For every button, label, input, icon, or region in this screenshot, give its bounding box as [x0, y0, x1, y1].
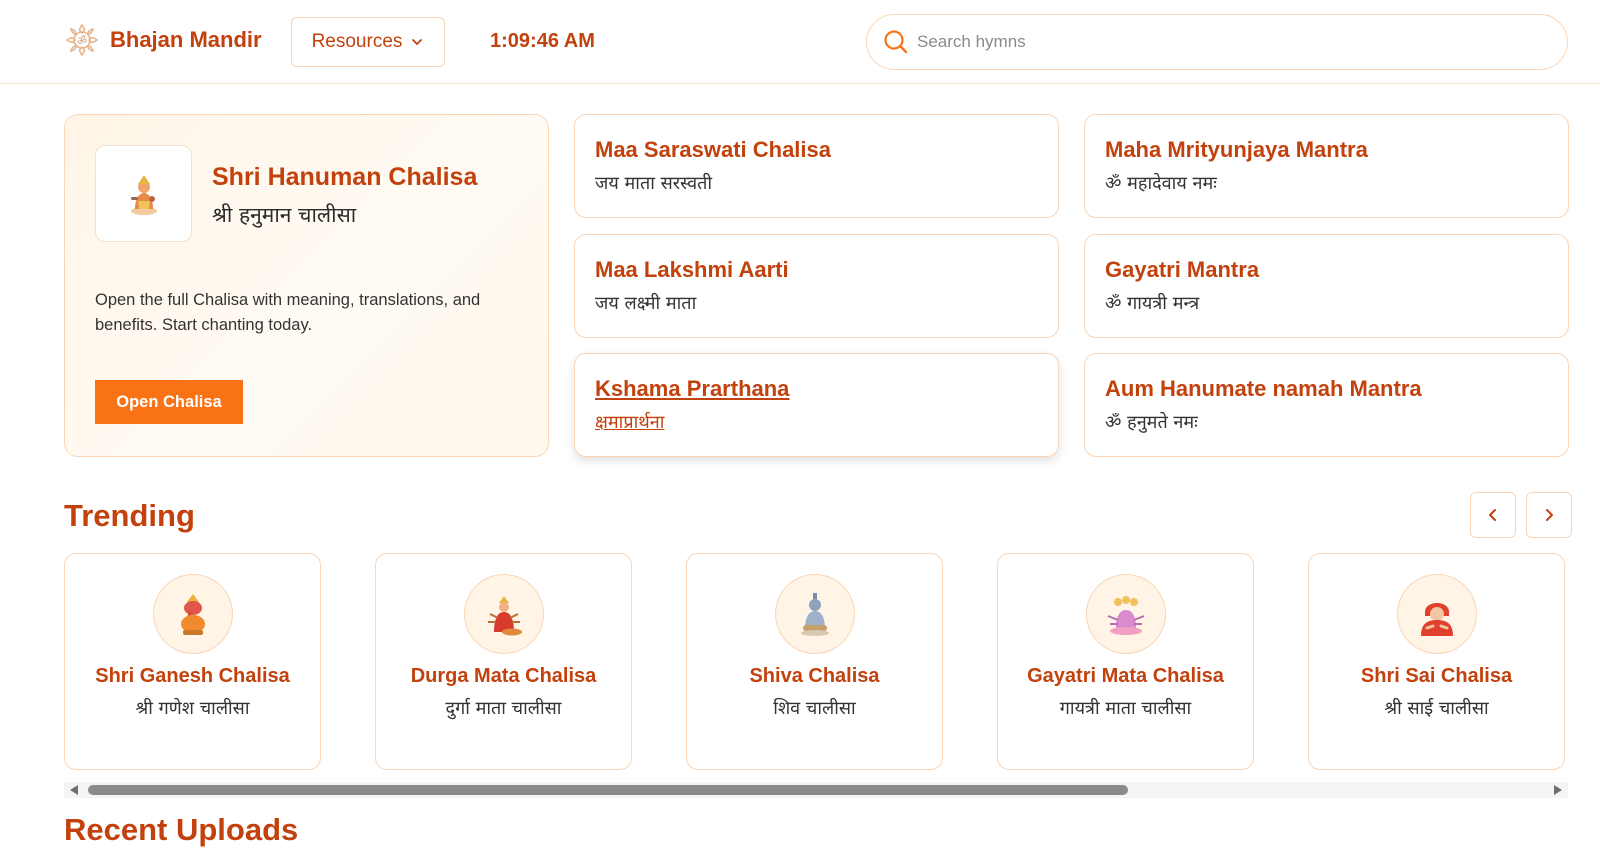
search-bar[interactable] [866, 14, 1568, 70]
trending-card-subtitle: श्री गणेश चालीसा [135, 698, 250, 719]
trending-card-subtitle: श्री साई चालीसा [1384, 698, 1489, 719]
search-icon [884, 30, 908, 54]
scrollbar-thumb[interactable] [88, 785, 1128, 795]
trending-card-title: Gayatri Mata Chalisa [1027, 665, 1224, 687]
featured-description: Open the full Chalisa with meaning, tran… [95, 291, 481, 334]
trending-card-subtitle: दुर्गा माता चालीसा [445, 698, 562, 719]
hymn-card-title: Maha Mrityunjaya Mantra [1105, 137, 1368, 162]
trending-card[interactable]: Gayatri Mata Chalisa गायत्री माता चालीसा [997, 553, 1254, 770]
durga-avatar [464, 574, 544, 654]
hanuman-thumbnail [95, 145, 192, 242]
scroll-right-arrow-icon[interactable] [1554, 785, 1562, 795]
trending-card-title: Shri Sai Chalisa [1360, 665, 1513, 687]
hymn-card[interactable]: Aum Hanumate namah Mantra ॐ हनुमते नमः [1084, 353, 1569, 457]
trending-card-subtitle: शिव चालीसा [773, 698, 856, 719]
svg-text:ॐ: ॐ [77, 35, 87, 48]
ganesh-icon [181, 594, 205, 635]
scroll-left-arrow-icon[interactable] [70, 785, 78, 795]
featured-chalisa-card: Shri Hanuman Chalisa श्री हनुमान चालीसा … [64, 114, 549, 457]
ganesh-avatar [153, 574, 233, 654]
recent-uploads-heading: Recent Uploads [64, 812, 299, 847]
chevron-left-icon [1489, 509, 1496, 521]
shiva-avatar [775, 574, 855, 654]
open-chalisa-button[interactable]: Open Chalisa [95, 380, 243, 424]
resources-label: Resources [311, 31, 403, 52]
trending-card-title: Shri Ganesh Chalisa [95, 665, 290, 687]
hymn-card-subtitle: जय लक्ष्मी माता [595, 293, 697, 314]
hymn-card-subtitle: क्षमाप्रार्थना [595, 412, 665, 433]
hymn-card-subtitle: ॐ हनुमते नमः [1105, 412, 1198, 433]
chevron-right-icon [1546, 509, 1553, 521]
trending-card[interactable]: Durga Mata Chalisa दुर्गा माता चालीसा [375, 553, 632, 770]
top-header: ॐ Bhajan Mandir Resources 1:09:46 AM [0, 0, 1600, 84]
hymn-card[interactable]: Maa Saraswati Chalisa जय माता सरस्वती [574, 114, 1059, 218]
hymn-card-title: Kshama Prarthana [595, 376, 790, 401]
hymn-card-title: Maa Lakshmi Aarti [595, 257, 789, 282]
hymn-card[interactable]: Gayatri Mantra ॐ गायत्री मन्त्र [1084, 234, 1569, 338]
search-input[interactable] [917, 32, 1537, 52]
chevron-down-icon [412, 39, 423, 45]
trending-next-button[interactable] [1526, 492, 1572, 538]
brand-name: Bhajan Mandir [110, 27, 262, 52]
trending-scrollbar[interactable] [64, 782, 1568, 798]
hanuman-icon [130, 174, 157, 215]
hymn-card-subtitle: जय माता सरस्वती [595, 173, 713, 194]
sai-baba-icon [1421, 603, 1453, 636]
hymn-card-subtitle: ॐ गायत्री मन्त्र [1105, 293, 1200, 314]
trending-card[interactable]: Shiva Chalisa शिव चालीसा [686, 553, 943, 770]
clock-time: 1:09:46 AM [490, 30, 595, 52]
trending-prev-button[interactable] [1470, 492, 1516, 538]
trending-heading: Trending [64, 498, 195, 533]
gayatri-avatar [1086, 574, 1166, 654]
featured-title[interactable]: Shri Hanuman Chalisa [212, 163, 477, 192]
trending-card-title: Durga Mata Chalisa [410, 665, 597, 687]
hymn-card-title: Gayatri Mantra [1105, 257, 1260, 282]
hymn-card-title: Aum Hanumate namah Mantra [1105, 376, 1422, 401]
gayatri-icon [1107, 596, 1145, 635]
hymn-card[interactable]: Maa Lakshmi Aarti जय लक्ष्मी माता [574, 234, 1059, 338]
trending-card-title: Shiva Chalisa [749, 665, 880, 687]
hymn-card-subtitle: ॐ महादेवाय नमः [1105, 173, 1217, 194]
featured-subtitle: श्री हनुमान चालीसा [212, 203, 357, 227]
trending-card-subtitle: गायत्री माता चालीसा [1059, 698, 1192, 719]
brand-logo[interactable]: ॐ Bhajan Mandir [64, 22, 262, 58]
om-lotus-icon: ॐ [65, 23, 99, 57]
hymn-card-title: Maa Saraswati Chalisa [595, 137, 832, 162]
trending-card[interactable]: Shri Sai Chalisa श्री साई चालीसा [1308, 553, 1565, 770]
hymn-card[interactable]: Kshama Prarthana क्षमाप्रार्थना [574, 353, 1059, 457]
resources-dropdown-button[interactable]: Resources [291, 17, 445, 67]
durga-icon [488, 596, 522, 636]
trending-card[interactable]: Shri Ganesh Chalisa श्री गणेश चालीसा [64, 553, 321, 770]
hymn-card[interactable]: Maha Mrityunjaya Mantra ॐ महादेवाय नमः [1084, 114, 1569, 218]
shiva-icon [801, 593, 829, 636]
sai-avatar [1397, 574, 1477, 654]
